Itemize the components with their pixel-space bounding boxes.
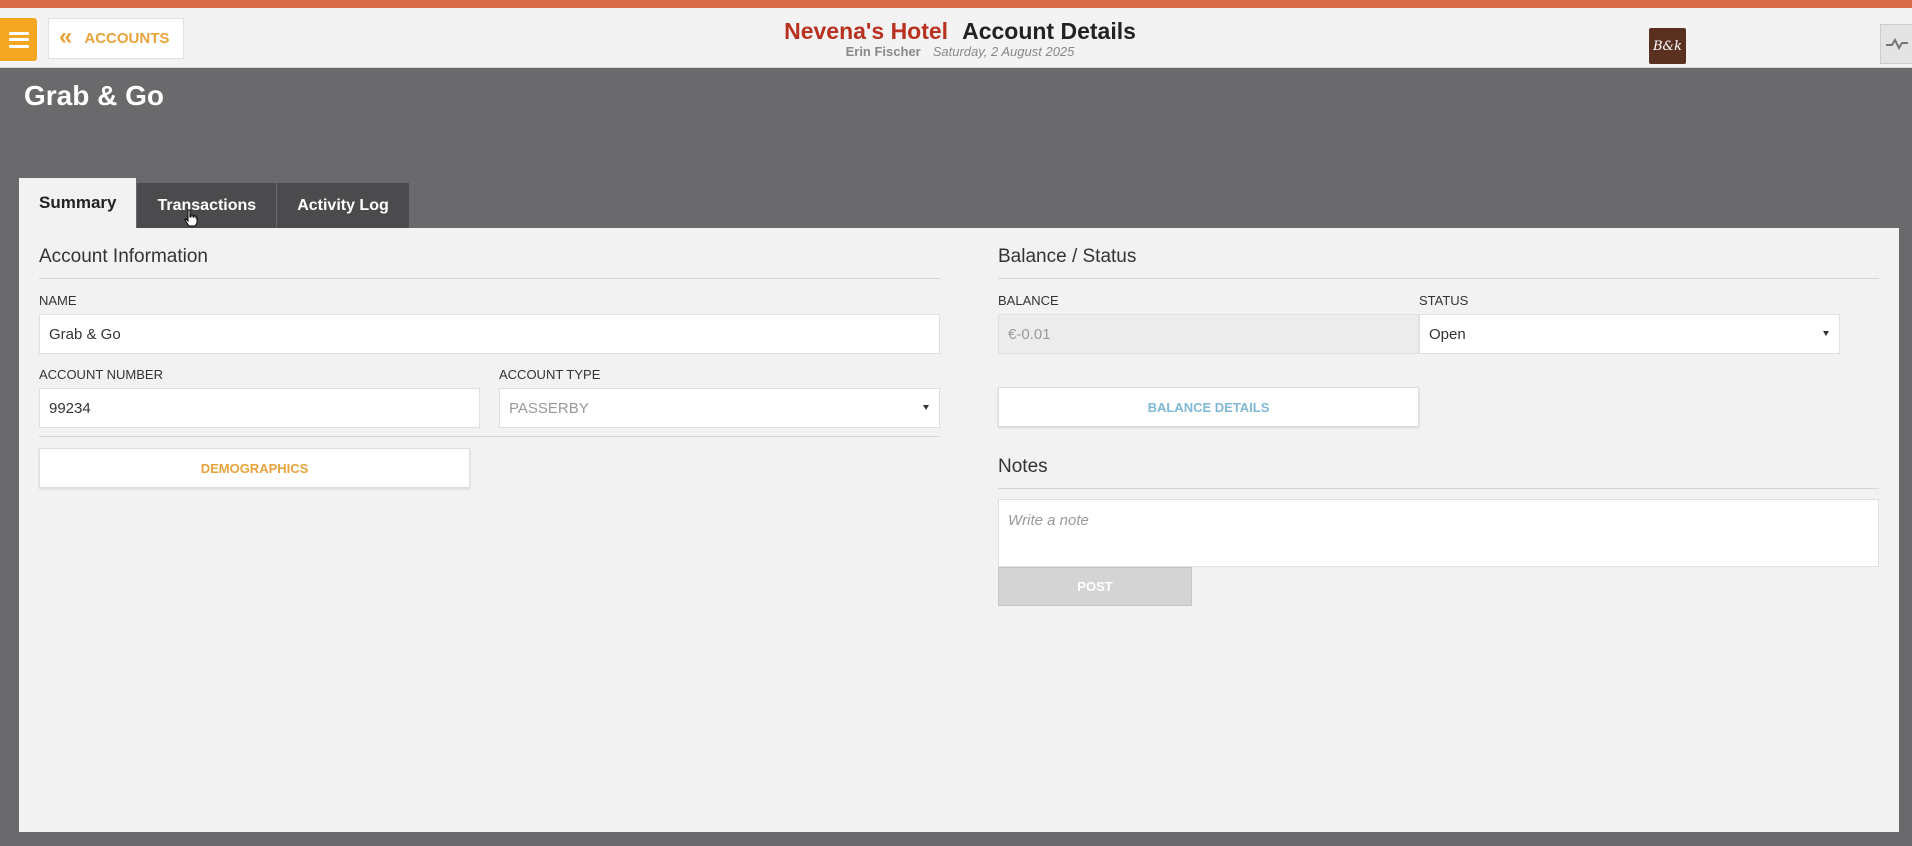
- menu-button[interactable]: [0, 18, 37, 61]
- account-info-title: Account Information: [39, 246, 208, 267]
- account-number-label: ACCOUNT NUMBER: [39, 367, 163, 382]
- page-heading: Nevena's Hotel Account Details Erin Fisch…: [660, 16, 1260, 59]
- status-label: STATUS: [1419, 293, 1469, 308]
- tab-transactions[interactable]: Transactions: [137, 183, 277, 228]
- top-accent-bar: [0, 0, 1912, 8]
- note-input[interactable]: Write a note: [998, 499, 1879, 567]
- balance-details-button[interactable]: BALANCE DETAILS: [998, 387, 1419, 427]
- hamburger-icon: [8, 31, 29, 48]
- account-type-label: ACCOUNT TYPE: [499, 367, 601, 382]
- hand-pointer-icon: [184, 209, 198, 227]
- name-label: NAME: [39, 293, 77, 308]
- divider: [998, 488, 1879, 489]
- tab-summary[interactable]: Summary: [19, 178, 137, 228]
- account-title: Grab & Go: [24, 80, 165, 111]
- hotel-name: Nevena's Hotel: [784, 18, 949, 44]
- notes-title: Notes: [998, 456, 1048, 477]
- demographics-button[interactable]: DEMOGRAPHICS: [39, 448, 470, 488]
- tab-activity-log[interactable]: Activity Log: [277, 183, 409, 228]
- app-header: « ACCOUNTS Nevena's Hotel Account Details…: [0, 8, 1912, 68]
- balance-value: €-0.01: [998, 314, 1419, 354]
- status-select[interactable]: Open: [1419, 314, 1840, 354]
- balance-label: BALANCE: [998, 293, 1059, 308]
- name-input[interactable]: Grab & Go: [39, 314, 940, 354]
- account-tabs: Summary Transactions Activity Log: [19, 178, 410, 228]
- back-button-label: ACCOUNTS: [84, 30, 170, 47]
- divider: [998, 278, 1879, 279]
- divider: [39, 278, 940, 279]
- back-to-accounts-button[interactable]: « ACCOUNTS: [48, 18, 184, 59]
- current-date: Saturday, 2 August 2025: [932, 44, 1075, 59]
- pulse-icon: [1885, 37, 1908, 51]
- page-title: Account Details: [962, 18, 1136, 44]
- double-chevron-left-icon: «: [59, 23, 73, 50]
- user-name: Erin Fischer: [845, 44, 921, 59]
- account-type-select[interactable]: PASSERBY: [499, 388, 940, 428]
- summary-panel: Account Information NAME Grab & Go ACCOU…: [19, 228, 1899, 832]
- caret-down-icon: [923, 405, 929, 410]
- account-number-input[interactable]: 99234: [39, 388, 480, 428]
- balance-status-title: Balance / Status: [998, 246, 1137, 267]
- caret-down-icon: [1823, 331, 1829, 336]
- hotel-logo: B&k: [1649, 28, 1686, 64]
- activity-pulse-button[interactable]: [1880, 24, 1912, 64]
- divider: [39, 436, 940, 437]
- post-note-button[interactable]: POST: [998, 567, 1192, 606]
